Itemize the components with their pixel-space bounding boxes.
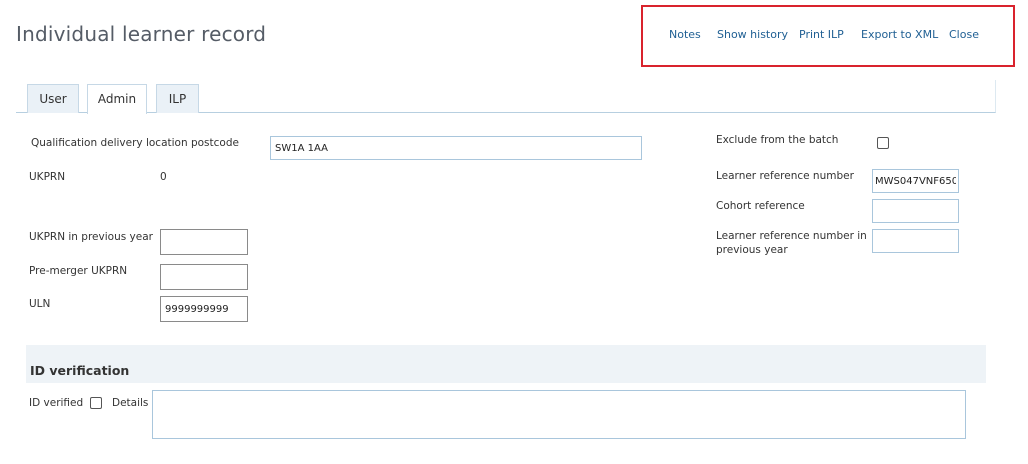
ukprn-prev-input[interactable]: [160, 229, 248, 255]
show-history-link[interactable]: Show history: [717, 28, 788, 41]
details-label: Details: [112, 397, 149, 409]
close-link[interactable]: Close: [949, 28, 979, 41]
pre-merger-input[interactable]: [160, 264, 248, 290]
learner-ref-label: Learner reference number: [716, 170, 854, 182]
id-verified-label: ID verified: [29, 397, 84, 409]
export-xml-link[interactable]: Export to XML: [861, 28, 938, 41]
cohort-ref-label: Cohort reference: [716, 200, 805, 212]
qual-postcode-input[interactable]: [270, 136, 642, 160]
learner-ref-prev-label-line1: Learner reference number in: [716, 230, 867, 242]
ukprn-value: 0: [160, 171, 167, 183]
print-ilp-link[interactable]: Print ILP: [799, 28, 844, 41]
uln-label: ULN: [29, 298, 51, 310]
qual-postcode-label: Qualification delivery location postcode: [31, 137, 239, 149]
learner-ref-prev-label-line2: previous year: [716, 244, 788, 256]
tab-ilp[interactable]: ILP: [156, 84, 199, 113]
page-title: Individual learner record: [16, 22, 267, 46]
tab-admin[interactable]: Admin: [87, 84, 147, 114]
pre-merger-label: Pre-merger UKPRN: [29, 265, 128, 277]
learner-ref-prev-input[interactable]: [872, 229, 959, 253]
ukprn-label: UKPRN: [29, 171, 66, 183]
id-verified-checkbox[interactable]: [90, 397, 102, 409]
exclude-batch-checkbox[interactable]: [877, 137, 889, 149]
ukprn-prev-label: UKPRN in previous year: [29, 231, 153, 243]
cohort-ref-input[interactable]: [872, 199, 959, 223]
uln-input[interactable]: [160, 296, 248, 322]
notes-link[interactable]: Notes: [669, 28, 701, 41]
exclude-batch-label: Exclude from the batch: [716, 134, 839, 146]
tab-user[interactable]: User: [27, 84, 79, 113]
details-textarea[interactable]: [152, 390, 966, 439]
learner-ref-input[interactable]: [872, 169, 959, 193]
id-verification-title: ID verification: [30, 363, 130, 378]
id-verification-header: [26, 345, 986, 383]
